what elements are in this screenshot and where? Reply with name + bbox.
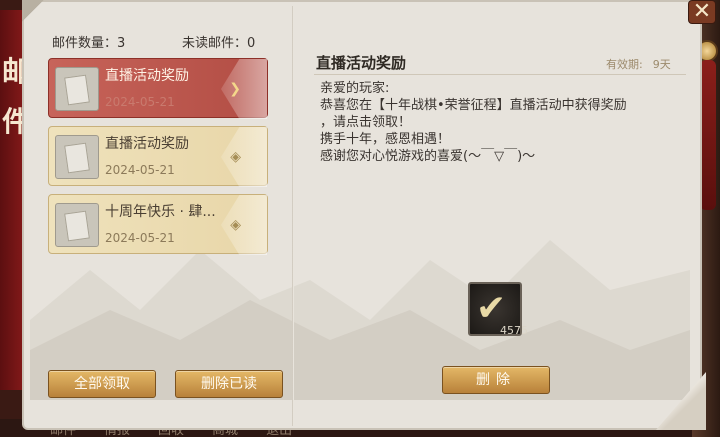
tassel-decoration [700,60,716,210]
delete-read-button[interactable]: 删除已读 [175,370,283,398]
unread-count: 未读邮件：0 [182,36,256,51]
mail-list-item[interactable]: 直播活动奖励 2024-05-21 ◈ [48,126,268,187]
mail-expiry: 有效期: 9天 [596,56,671,72]
mail-item-date: 2024-05-21 [105,163,175,177]
mail-body-line: 感谢您对心悦游戏的喜爱(～￣▽￣)～ [320,149,536,164]
mail-item-fold [221,195,267,255]
mail-detail-title: 直播活动奖励 [316,54,407,72]
mail-item-fold [221,127,267,187]
mail-body-line: 携手十年，感恩相遇！ [320,132,451,147]
mail-item-fold [221,59,267,119]
diamond-icon: ◈ [230,149,241,165]
mail-body-line: ，请点击领取！ [320,115,412,130]
diamond-icon: ◈ [230,217,241,233]
mail-scroll-icon [55,67,99,111]
mail-item-date: 2024-05-21 [105,95,175,109]
mail-count: 邮件数量：3 [52,36,126,51]
mail-item-date: 2024-05-21 [105,231,175,245]
mail-scroll-icon [55,135,99,179]
close-button[interactable]: ✕ [688,0,716,24]
mail-body: 亲爱的玩家: 恭喜您在【十年战棋•荣誉征程】直播活动中获得奖励 ，请点击领取！ … [320,80,680,165]
check-icon: ✔ [476,288,507,329]
attachment-item[interactable]: ✔ 4575 [468,282,528,337]
mail-list-item[interactable]: 十周年快乐 · 肆... 2024-05-21 ◈ [48,194,268,255]
mail-item-title: 十周年快乐 · 肆... [105,204,216,220]
selected-arrow-icon: ❯ [229,81,241,97]
mail-body-line: 恭喜您在【十年战棋•荣誉征程】直播活动中获得奖励 [320,98,627,113]
page-divider [292,6,294,426]
expiry-label: 有效期: [606,58,643,71]
mail-list-item[interactable]: 直播活动奖励 2024-05-21 ❯ [48,58,268,119]
mail-item-title: 直播活动奖励 [105,68,189,84]
delete-button[interactable]: 删除 [442,366,550,394]
mail-item-title: 直播活动奖励 [105,136,189,152]
mail-scroll-icon [55,203,99,247]
paper-corner-fold [22,0,44,22]
expiry-value: 9天 [652,58,671,71]
claim-all-button[interactable]: 全部领取 [48,370,156,398]
attachment-quantity: 4575 [500,324,528,337]
title-divider [314,74,686,75]
mail-body-line: 亲爱的玩家: [320,81,390,96]
